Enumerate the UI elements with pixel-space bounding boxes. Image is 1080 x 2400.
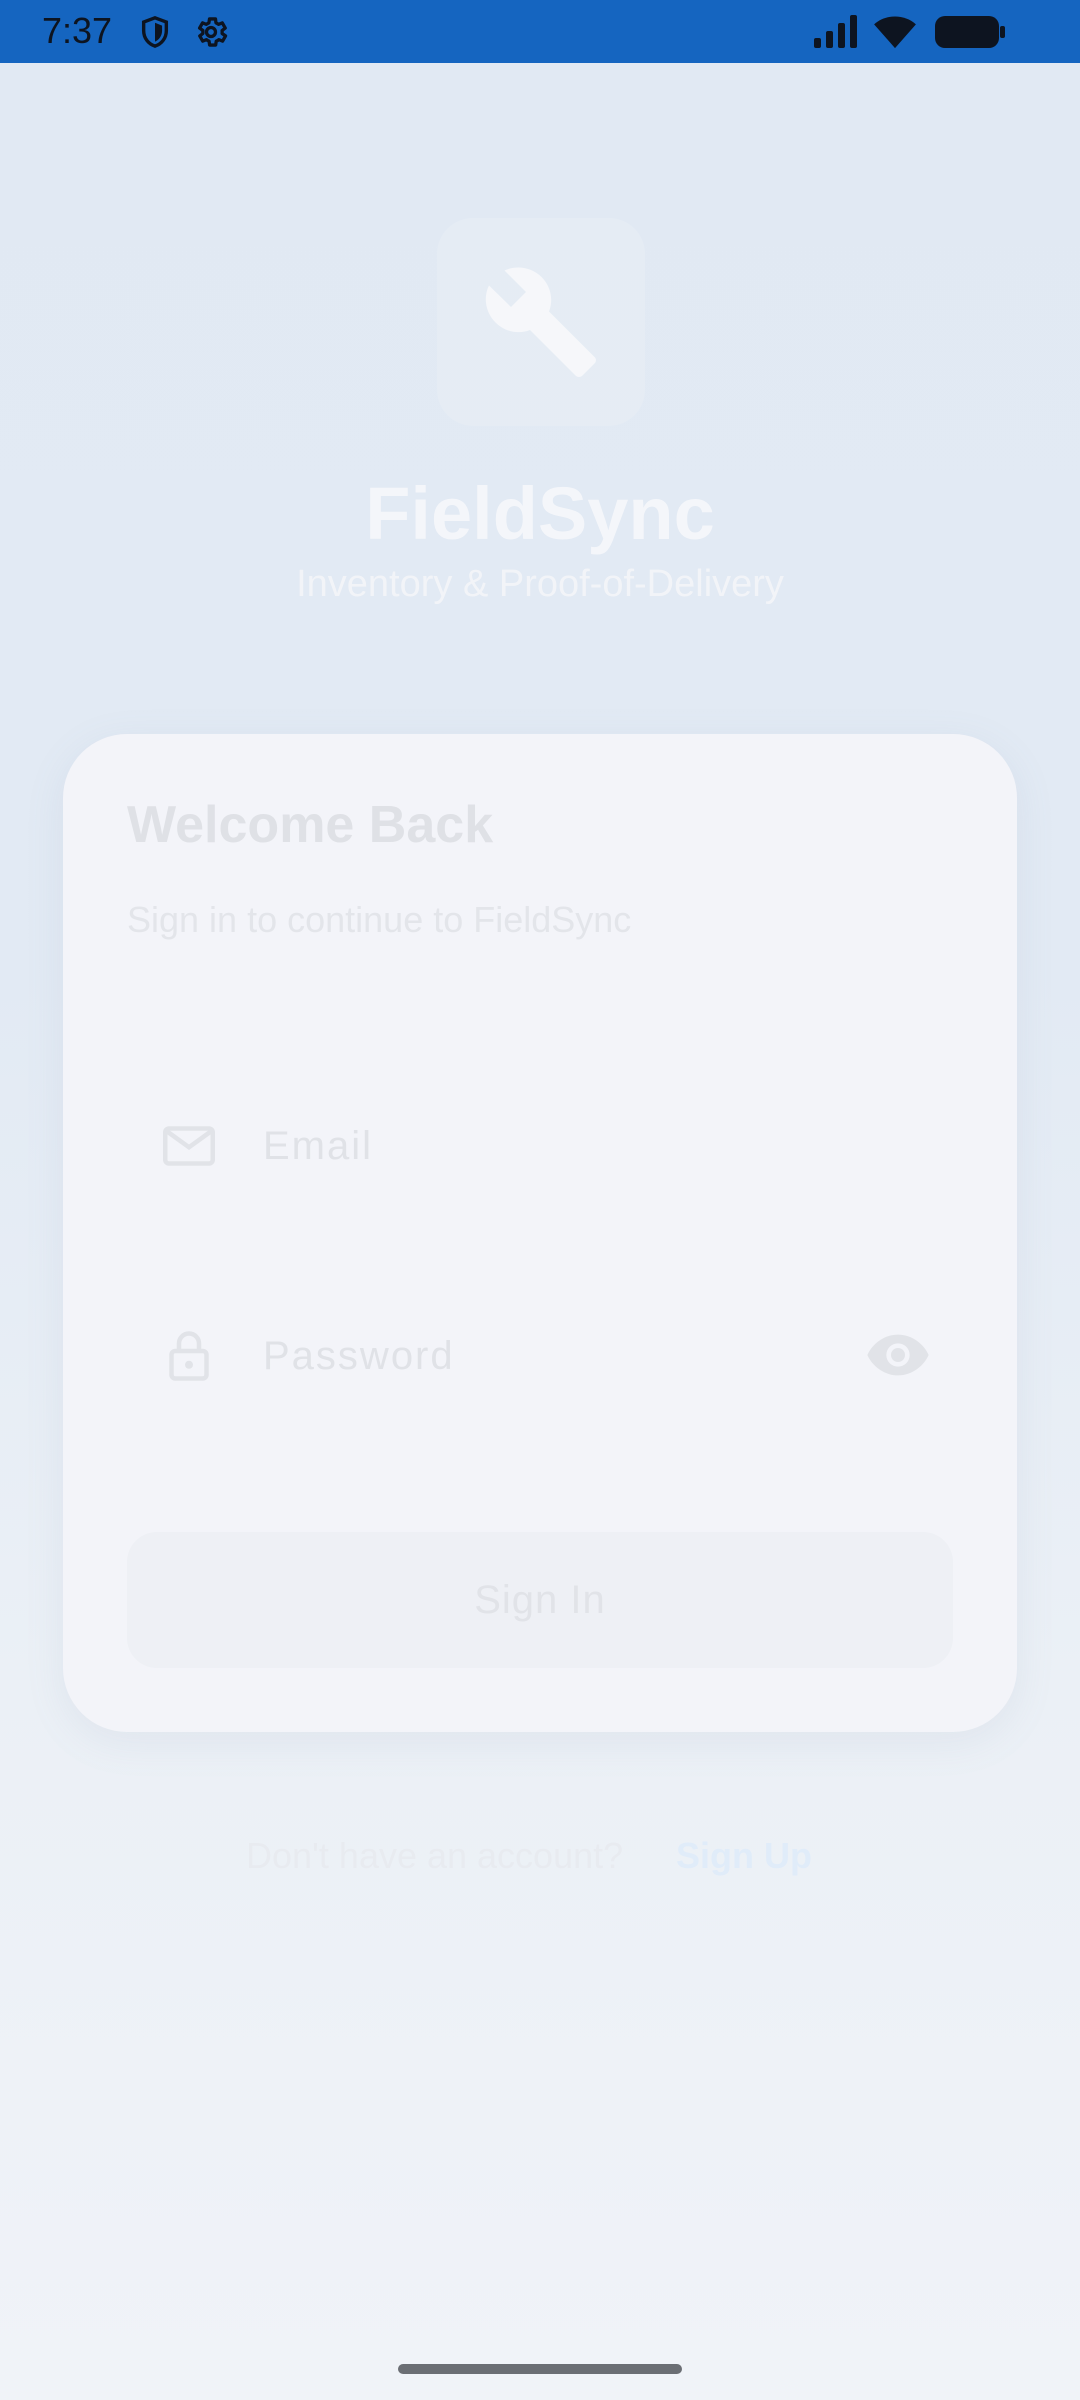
login-card: Welcome Back Sign in to continue to Fiel… — [63, 734, 1017, 1732]
lock-icon — [169, 1331, 209, 1381]
signal-icon — [814, 15, 857, 48]
shield-icon — [141, 16, 169, 48]
app-logo — [437, 218, 645, 426]
status-bar: 7:37 — [0, 0, 1080, 63]
email-field[interactable] — [127, 1080, 953, 1210]
app-subtitle: Inventory & Proof-of-Delivery — [296, 563, 784, 605]
home-indicator[interactable] — [398, 2364, 682, 2374]
email-input[interactable] — [263, 1118, 823, 1174]
battery-icon — [935, 16, 1005, 48]
wifi-icon — [874, 16, 916, 49]
eye-icon[interactable] — [863, 1320, 933, 1390]
password-input[interactable] — [263, 1328, 823, 1384]
password-field[interactable] — [127, 1290, 953, 1420]
app-title: FieldSync — [365, 472, 715, 555]
signup-prompt: Don't have an account? — [246, 1835, 624, 1876]
gear-icon — [197, 17, 228, 47]
wrench-icon — [485, 267, 596, 377]
sign-in-button[interactable]: Sign In — [127, 1532, 953, 1668]
mail-icon — [163, 1126, 215, 1166]
card-title: Welcome Back — [127, 796, 494, 854]
status-time: 7:37 — [42, 10, 113, 51]
card-subtitle: Sign in to continue to FieldSync — [127, 899, 632, 940]
sign-up-link[interactable]: Sign Up — [676, 1834, 812, 1878]
